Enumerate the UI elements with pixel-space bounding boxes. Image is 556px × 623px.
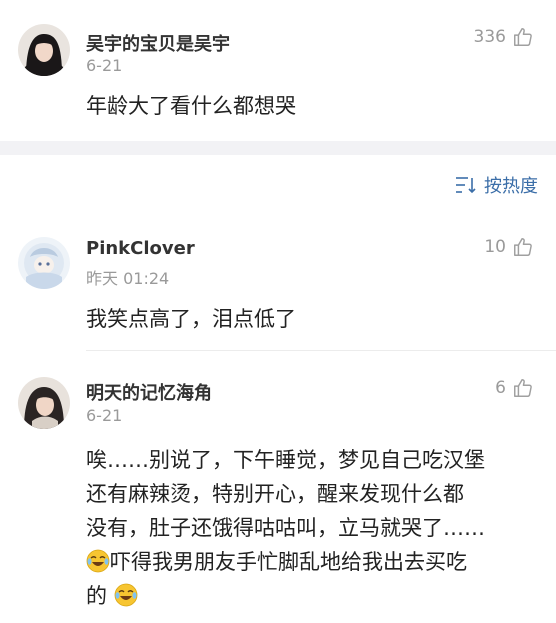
comment-date: 昨天 01:24 xyxy=(86,269,170,288)
username[interactable]: PinkClover xyxy=(86,238,195,259)
sort-by-hot-button[interactable]: 按热度 xyxy=(454,172,538,198)
thumbs-up-icon xyxy=(514,379,532,397)
like-count: 6 xyxy=(495,378,506,398)
comment-date: 6-21 xyxy=(86,56,123,75)
comment-text: 唉……别说了，下午睡觉，梦见自己吃汉堡 还有麻辣烫，特别开心，醒来发现什么都 没… xyxy=(86,443,540,613)
thumbs-up-icon xyxy=(514,238,532,256)
comment-text: 年龄大了看什么都想哭 xyxy=(86,94,296,118)
like-button[interactable]: 336 xyxy=(474,26,534,48)
avatar[interactable] xyxy=(18,24,70,76)
thumbs-up-icon xyxy=(514,28,532,46)
section-divider xyxy=(0,141,556,155)
like-button[interactable]: 10 xyxy=(484,236,534,258)
crying-laughing-emoji xyxy=(114,583,138,607)
like-count: 10 xyxy=(484,237,506,257)
comment-text-fragment: 吓得我男朋友手忙脚乱地给我出去买吃 xyxy=(110,550,467,574)
avatar[interactable] xyxy=(18,377,70,429)
comment-item: PinkClover 昨天 01:24 10 我笑点高了，泪点低了 xyxy=(0,210,556,350)
avatar[interactable] xyxy=(18,237,70,289)
comment-text-line: 的 xyxy=(86,579,540,613)
sort-icon xyxy=(456,177,476,194)
username[interactable]: 明天的记忆海角 xyxy=(86,379,212,405)
comment-date: 6-21 xyxy=(86,406,123,425)
like-count: 336 xyxy=(473,27,506,47)
comment-text-line: 还有麻辣烫，特别开心，醒来发现什么都 xyxy=(86,482,464,506)
sort-label: 按热度 xyxy=(484,176,538,197)
comment-text-line: 吓得我男朋友手忙脚乱地给我出去买吃 xyxy=(86,545,540,579)
like-button[interactable]: 6 xyxy=(495,377,534,399)
comment-text-fragment: 的 xyxy=(86,584,107,608)
comment-text-line: 唉……别说了，下午睡觉，梦见自己吃汉堡 xyxy=(86,448,485,472)
comment-item: 吴宇的宝贝是吴宇 6-21 336 年龄大了看什么都想哭 xyxy=(0,0,556,141)
comment-text-line: 没有，肚子还饿得咕咕叫，立马就哭了…… xyxy=(86,516,485,540)
comment-text: 我笑点高了，泪点低了 xyxy=(86,307,296,331)
username[interactable]: 吴宇的宝贝是吴宇 xyxy=(86,30,230,56)
crying-laughing-emoji xyxy=(86,549,110,573)
comment-item: 明天的记忆海角 6-21 6 唉……别说了，下午睡觉，梦见自己吃汉堡 还有麻辣烫… xyxy=(0,351,556,623)
